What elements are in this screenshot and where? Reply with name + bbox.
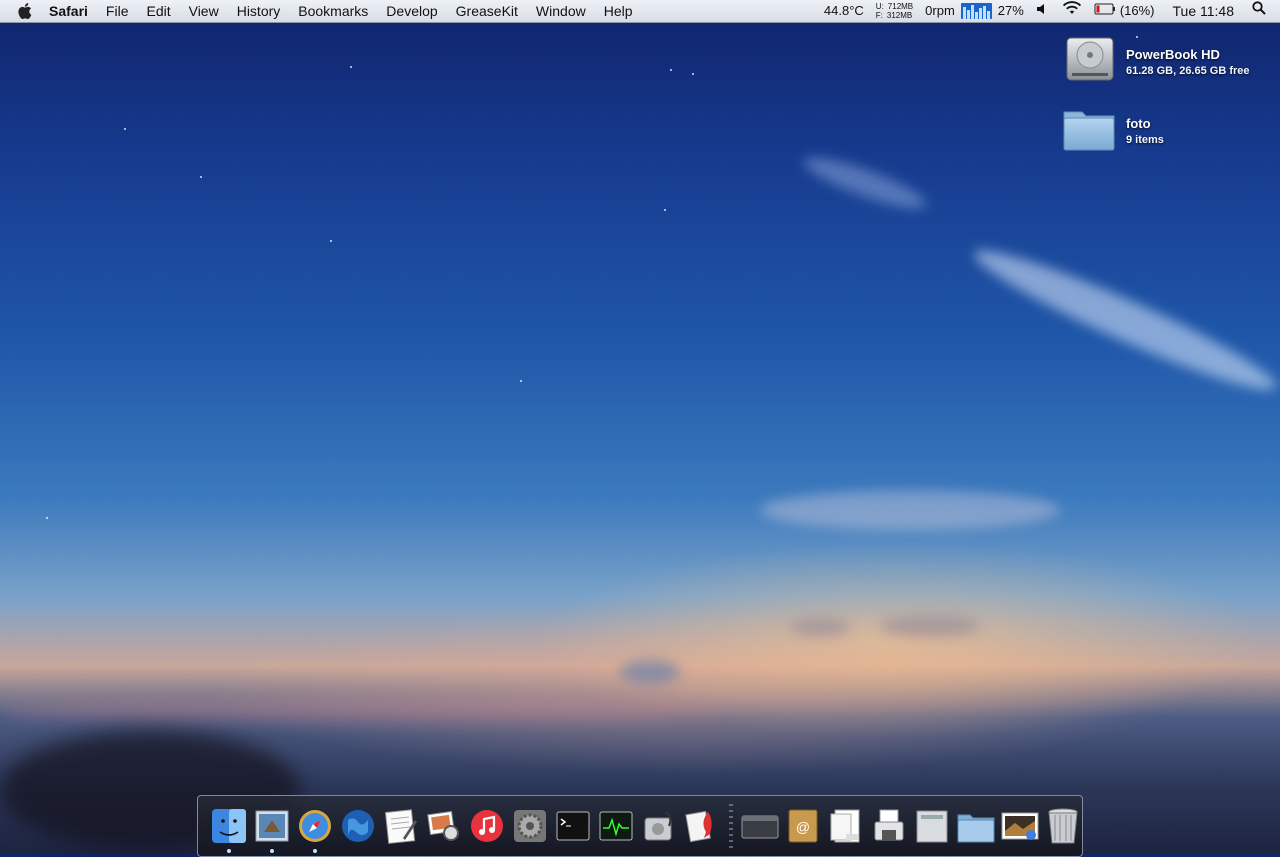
- volume-icon[interactable]: [1030, 0, 1056, 22]
- desktop-item-folder[interactable]: foto 9 items: [1062, 104, 1164, 157]
- itunes-icon[interactable]: [468, 805, 505, 847]
- svg-text:@: @: [796, 819, 810, 835]
- menu-develop[interactable]: Develop: [377, 0, 446, 22]
- battery-icon[interactable]: [1088, 0, 1118, 22]
- preview-icon[interactable]: [425, 805, 462, 847]
- menu-history[interactable]: History: [228, 0, 290, 22]
- folder-stack-icon[interactable]: [957, 805, 995, 847]
- textedit-icon[interactable]: [382, 805, 419, 847]
- mail-icon[interactable]: [253, 805, 290, 853]
- wifi-icon[interactable]: [1056, 0, 1088, 22]
- printer-icon[interactable]: [871, 805, 908, 847]
- menu-greasekit[interactable]: GreaseKit: [447, 0, 527, 22]
- temperature-readout[interactable]: 44.8°C: [818, 0, 870, 22]
- desktop-item-info: 9 items: [1126, 133, 1164, 146]
- trash-icon[interactable]: [1045, 805, 1082, 847]
- memory-used: 712MB: [887, 2, 914, 11]
- photo-stack-icon[interactable]: [1001, 805, 1039, 847]
- desktop-item-name: PowerBook HD: [1126, 46, 1220, 62]
- desktop-item-hard-drive[interactable]: PowerBook HD 61.28 GB, 26.65 GB free: [1064, 33, 1250, 90]
- finder-icon[interactable]: [210, 805, 247, 853]
- desktop-item-info: 61.28 GB, 26.65 GB free: [1126, 64, 1250, 77]
- activity-monitor-icon[interactable]: [598, 805, 635, 847]
- network-globe-icon[interactable]: [339, 805, 376, 847]
- desktop-item-name: foto: [1126, 115, 1151, 131]
- script-rocket-icon[interactable]: [684, 805, 721, 847]
- menu-edit[interactable]: Edit: [137, 0, 179, 22]
- memory-used-label: U:: [875, 2, 884, 11]
- documents-stack-icon[interactable]: [914, 805, 951, 847]
- pdf-document-icon[interactable]: [828, 805, 865, 847]
- apple-icon[interactable]: [10, 3, 40, 19]
- menu-bar: Safari File Edit View History Bookmarks …: [0, 0, 1280, 23]
- memory-free-label: F:: [875, 11, 883, 20]
- system-preferences-icon[interactable]: [511, 805, 548, 847]
- menu-extras: 44.8°C U: 712MB F: 312MB 0rpm 27% (16%) Tu…: [818, 0, 1280, 22]
- dock: @: [197, 795, 1083, 857]
- menu-bookmarks[interactable]: Bookmarks: [289, 0, 377, 22]
- menu-file[interactable]: File: [97, 0, 138, 22]
- cpu-meter-icon[interactable]: [960, 3, 992, 19]
- disk-utility-icon[interactable]: [641, 805, 678, 847]
- window-stack-icon[interactable]: [741, 805, 779, 847]
- cpu-percent[interactable]: 27%: [992, 0, 1030, 22]
- address-book-icon[interactable]: @: [785, 805, 822, 847]
- dock-separator: [728, 804, 733, 848]
- memory-readout[interactable]: U: 712MB F: 312MB: [870, 2, 919, 20]
- menu-help[interactable]: Help: [595, 0, 642, 22]
- spotlight-icon[interactable]: [1246, 0, 1280, 22]
- running-indicator: [270, 849, 275, 853]
- memory-free: 312MB: [886, 11, 913, 20]
- menu-view[interactable]: View: [180, 0, 228, 22]
- battery-percent[interactable]: (16%): [1118, 0, 1161, 22]
- safari-icon[interactable]: [296, 805, 333, 853]
- running-indicator: [313, 849, 318, 853]
- menu-window[interactable]: Window: [527, 0, 595, 22]
- terminal-icon[interactable]: [555, 805, 592, 847]
- menu-app-name[interactable]: Safari: [40, 0, 97, 22]
- hard-drive-icon: [1064, 33, 1116, 90]
- fan-readout[interactable]: 0rpm: [919, 0, 961, 22]
- clock[interactable]: Tue 11:48: [1161, 0, 1247, 22]
- folder-icon: [1062, 104, 1116, 157]
- running-indicator: [227, 849, 231, 853]
